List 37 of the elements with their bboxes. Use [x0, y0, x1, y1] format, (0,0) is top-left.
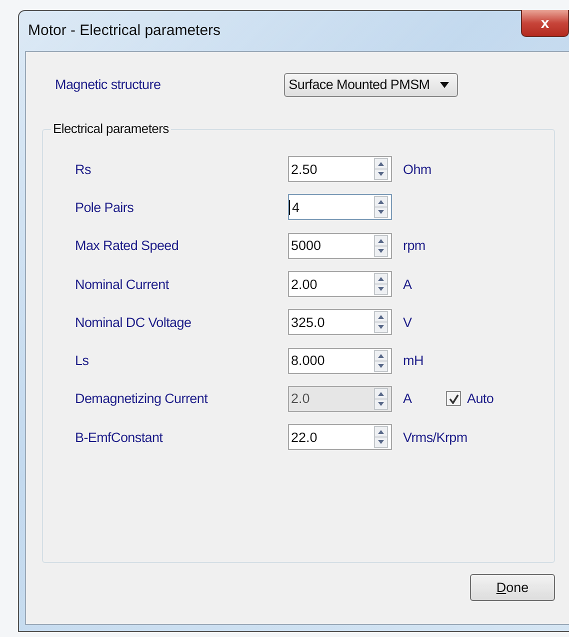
field-label: Ls	[75, 353, 90, 368]
field-label: Max Rated Speed	[75, 238, 180, 254]
field-label: Nominal Current	[75, 276, 170, 292]
field-label: Demagnetizing Current	[75, 391, 209, 406]
spinner-arrows-icon[interactable]	[374, 350, 388, 372]
spinner-arrows-icon[interactable]	[374, 158, 388, 180]
field-label: Magnetic structure	[55, 77, 161, 92]
spin-field[interactable]: 22.0	[288, 424, 392, 450]
unit-label: mH	[403, 353, 424, 368]
window-title: Motor - Electrical parameters	[28, 22, 221, 39]
spin-field[interactable]: 5000	[288, 232, 392, 259]
unit-label: A	[403, 391, 413, 406]
group-title: Electrical parameters	[51, 121, 171, 136]
field-label: Rs	[75, 162, 92, 177]
structure-dropdown[interactable]: Surface Mounted PMSM	[284, 72, 458, 96]
spin-field[interactable]: 4	[288, 194, 392, 220]
unit-label: A	[403, 276, 413, 292]
spin-field[interactable]: 325.0	[288, 309, 392, 336]
unit-label: Ohm	[403, 162, 432, 177]
spinner-arrows-icon[interactable]	[374, 196, 388, 218]
spin-field[interactable]: 8.000	[288, 348, 392, 374]
caret-icon	[440, 82, 449, 88]
spinner-arrows-icon[interactable]	[374, 311, 388, 334]
checkbox-label: Auto	[467, 391, 494, 406]
unit-label: V	[403, 314, 413, 330]
close-button[interactable]: x	[521, 10, 569, 37]
unit-label: rpm	[403, 238, 426, 254]
spin-field[interactable]: 2.00	[288, 271, 392, 298]
spin-field[interactable]: 2.50	[288, 156, 392, 182]
spinner-arrows-icon[interactable]	[374, 273, 388, 296]
field-label: B-EmfConstant	[75, 430, 164, 445]
done-button[interactable]: Done	[470, 574, 555, 601]
spinner-arrows-icon[interactable]	[374, 426, 388, 448]
spinner-arrows-icon[interactable]	[374, 234, 388, 257]
field-label: Pole Pairs	[75, 200, 135, 215]
field-label: Nominal DC Voltage	[75, 314, 192, 330]
unit-label: Vrms/Krpm	[403, 430, 468, 445]
